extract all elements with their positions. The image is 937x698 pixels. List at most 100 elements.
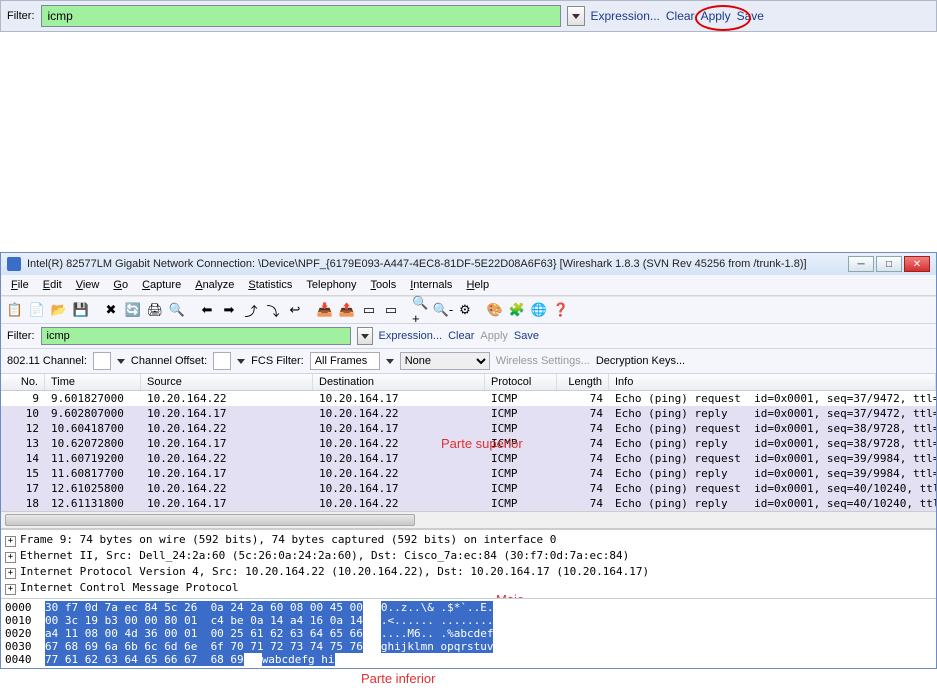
expand-icon[interactable]: +: [5, 552, 16, 563]
col-time[interactable]: Time: [45, 374, 141, 390]
menu-telephony[interactable]: Telephony: [300, 277, 362, 293]
menu-view[interactable]: View: [70, 277, 106, 293]
toolbar-button-8[interactable]: ⬅: [197, 300, 217, 320]
detail-line[interactable]: +Internet Control Message Protocol: [5, 580, 932, 596]
save-link[interactable]: Save: [737, 9, 764, 23]
hex-row[interactable]: 003067 68 69 6a 6b 6c 6d 6e 6f 70 71 72 …: [5, 640, 932, 653]
fcs-input[interactable]: [310, 352, 380, 370]
channel-dd[interactable]: [117, 359, 125, 364]
chevron-down-icon: [572, 14, 580, 19]
offset-dd[interactable]: [237, 359, 245, 364]
filter-label: Filter:: [7, 330, 35, 342]
menu-help[interactable]: Help: [460, 277, 495, 293]
detail-line[interactable]: +Ethernet II, Src: Dell_24:2a:60 (5c:26:…: [5, 548, 932, 564]
app-icon: [7, 257, 21, 271]
none-select[interactable]: None: [400, 352, 490, 370]
toolbar-button-13[interactable]: 📥: [315, 300, 335, 320]
toolbar-button-3[interactable]: 💾: [71, 300, 91, 320]
apply-link[interactable]: Apply: [701, 9, 731, 23]
close-button[interactable]: ✕: [904, 256, 930, 272]
detail-line[interactable]: +Internet Protocol Version 4, Src: 10.20…: [5, 564, 932, 580]
toolbar-button-10[interactable]: ⤴: [241, 300, 261, 320]
packet-row[interactable]: 1411.6071920010.20.164.2210.20.164.17ICM…: [1, 451, 936, 466]
filter-bar: Filter: icmp Expression... Clear Apply S…: [1, 323, 936, 349]
save-link[interactable]: Save: [514, 330, 539, 342]
toolbar-button-18[interactable]: 🔍-: [433, 300, 453, 320]
packet-row[interactable]: 1812.6113180010.20.164.1710.20.164.22ICM…: [1, 496, 936, 511]
menu-capture[interactable]: Capture: [136, 277, 187, 293]
filter-input[interactable]: icmp: [41, 5, 561, 27]
col-protocol[interactable]: Protocol: [485, 374, 557, 390]
toolbar-button-12[interactable]: ↩: [285, 300, 305, 320]
col-destination[interactable]: Destination: [313, 374, 485, 390]
detail-line[interactable]: +Frame 9: 74 bytes on wire (592 bits), 7…: [5, 532, 932, 548]
chevron-down-icon: [117, 359, 125, 364]
expression-link[interactable]: Expression...: [379, 330, 443, 342]
toolbar-button-23[interactable]: ❓: [551, 300, 571, 320]
clear-link[interactable]: Clear: [666, 9, 695, 23]
hex-row[interactable]: 000030 f7 0d 7a ec 84 5c 26 0a 24 2a 60 …: [5, 601, 932, 614]
col-no[interactable]: No.: [1, 374, 45, 390]
wireless-settings-link[interactable]: Wireless Settings...: [496, 355, 590, 367]
menu-statistics[interactable]: Statistics: [242, 277, 298, 293]
col-info[interactable]: Info: [609, 374, 936, 390]
wireless-bar: 802.11 Channel: Channel Offset: FCS Filt…: [1, 349, 936, 374]
menu-edit[interactable]: Edit: [37, 277, 68, 293]
toolbar-button-4[interactable]: ✖: [101, 300, 121, 320]
horizontal-scrollbar[interactable]: [1, 511, 936, 529]
decryption-keys-link[interactable]: Decryption Keys...: [596, 355, 685, 367]
toolbar-button-11[interactable]: ⤵: [263, 300, 283, 320]
menu-go[interactable]: Go: [107, 277, 134, 293]
expand-icon[interactable]: +: [5, 536, 16, 547]
toolbar-button-15[interactable]: ▭: [359, 300, 379, 320]
filter-dropdown[interactable]: [357, 327, 373, 345]
filter-dropdown[interactable]: [567, 6, 585, 26]
offset-input[interactable]: [213, 352, 231, 370]
channel-input[interactable]: [93, 352, 111, 370]
toolbar-button-1[interactable]: 📄: [27, 300, 47, 320]
toolbar-button-16[interactable]: ▭: [381, 300, 401, 320]
annotation-bottom: Parte inferior: [361, 671, 435, 686]
packet-row[interactable]: 99.60182700010.20.164.2210.20.164.17ICMP…: [1, 391, 936, 406]
toolbar-button-6[interactable]: 🖨: [145, 300, 165, 320]
toolbar-button-22[interactable]: 🌐: [529, 300, 549, 320]
packet-bytes-pane: Parte inferior 000030 f7 0d 7a ec 84 5c …: [1, 598, 936, 668]
packet-row[interactable]: 1310.6207280010.20.164.1710.20.164.22ICM…: [1, 436, 936, 451]
clear-link[interactable]: Clear: [448, 330, 474, 342]
menu-tools[interactable]: Tools: [365, 277, 403, 293]
toolbar-button-17[interactable]: 🔍+: [411, 300, 431, 320]
hex-row[interactable]: 001000 3c 19 b3 00 00 80 01 c4 be 0a 14 …: [5, 614, 932, 627]
packet-row[interactable]: 109.60280700010.20.164.1710.20.164.22ICM…: [1, 406, 936, 421]
filter-input[interactable]: icmp: [41, 327, 351, 345]
chevron-down-icon: [386, 359, 394, 364]
apply-link[interactable]: Apply: [480, 330, 508, 342]
hex-row[interactable]: 004077 61 62 63 64 65 66 67 68 69wabcdef…: [5, 653, 932, 666]
col-source[interactable]: Source: [141, 374, 313, 390]
toolbar-button-7[interactable]: 🔍: [167, 300, 187, 320]
chevron-down-icon: [361, 334, 369, 339]
fcs-label: FCS Filter:: [251, 355, 304, 367]
chevron-down-icon: [237, 359, 245, 364]
expand-icon[interactable]: +: [5, 568, 16, 579]
toolbar-button-19[interactable]: ⚙: [455, 300, 475, 320]
toolbar-button-5[interactable]: 🔄: [123, 300, 143, 320]
menu-file[interactable]: File: [5, 277, 35, 293]
fcs-dd[interactable]: [386, 359, 394, 364]
packet-row[interactable]: 1210.6041870010.20.164.2210.20.164.17ICM…: [1, 421, 936, 436]
maximize-button[interactable]: □: [876, 256, 902, 272]
packet-row[interactable]: 1511.6081770010.20.164.1710.20.164.22ICM…: [1, 466, 936, 481]
toolbar-button-9[interactable]: ➡: [219, 300, 239, 320]
toolbar-button-2[interactable]: 📂: [49, 300, 69, 320]
minimize-button[interactable]: ─: [848, 256, 874, 272]
toolbar-button-20[interactable]: 🎨: [485, 300, 505, 320]
packet-row[interactable]: 1712.6102580010.20.164.2210.20.164.17ICM…: [1, 481, 936, 496]
expression-link[interactable]: Expression...: [591, 9, 660, 23]
toolbar-button-0[interactable]: 📋: [5, 300, 25, 320]
menu-analyze[interactable]: Analyze: [189, 277, 240, 293]
toolbar-button-14[interactable]: 📤: [337, 300, 357, 320]
expand-icon[interactable]: +: [5, 584, 16, 595]
menu-internals[interactable]: Internals: [404, 277, 458, 293]
col-length[interactable]: Length: [557, 374, 609, 390]
toolbar-button-21[interactable]: 🧩: [507, 300, 527, 320]
hex-row[interactable]: 0020a4 11 08 00 4d 36 00 01 00 25 61 62 …: [5, 627, 932, 640]
